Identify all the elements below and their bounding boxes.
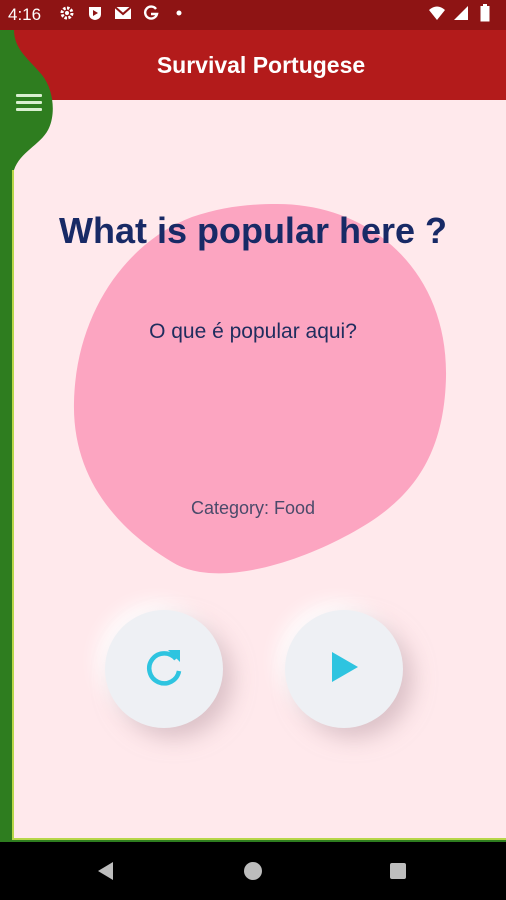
- app-title: Survival Portugese: [156, 52, 366, 78]
- category-label: Category:: [190, 498, 269, 518]
- home-icon[interactable]: [240, 858, 266, 884]
- hamburger-menu-icon[interactable]: [16, 94, 42, 114]
- battery-icon: [476, 4, 494, 22]
- app-bar: Survival Portugese: [14, 30, 506, 100]
- play-icon: [328, 650, 360, 689]
- dot-icon: [170, 4, 188, 22]
- status-right-icons: [428, 4, 494, 22]
- play-shield-icon: [86, 4, 104, 22]
- google-icon: [142, 4, 160, 22]
- gear-icon: [58, 4, 76, 22]
- app-screen: Survival Portugese: [12, 30, 506, 840]
- card-blob: [73, 204, 447, 574]
- phrase-english: What is popular here ?: [58, 210, 448, 251]
- play-audio-button[interactable]: [285, 610, 403, 728]
- wifi-icon: [428, 4, 446, 22]
- category-line: Category: Food: [40, 498, 466, 519]
- next-phrase-button[interactable]: [105, 610, 223, 728]
- status-bar: 4:16: [0, 0, 506, 30]
- mail-icon: [114, 4, 132, 22]
- recents-icon[interactable]: [385, 858, 411, 884]
- back-icon[interactable]: [93, 858, 119, 884]
- system-nav-bar: [0, 842, 506, 900]
- refresh-icon: [142, 645, 186, 694]
- status-left-icons: [58, 4, 188, 22]
- status-time: 4:16: [8, 5, 42, 24]
- phrase-portuguese: O que é popular aqui?: [149, 320, 357, 343]
- signal-icon: [452, 4, 470, 22]
- category-value: Food: [274, 498, 316, 518]
